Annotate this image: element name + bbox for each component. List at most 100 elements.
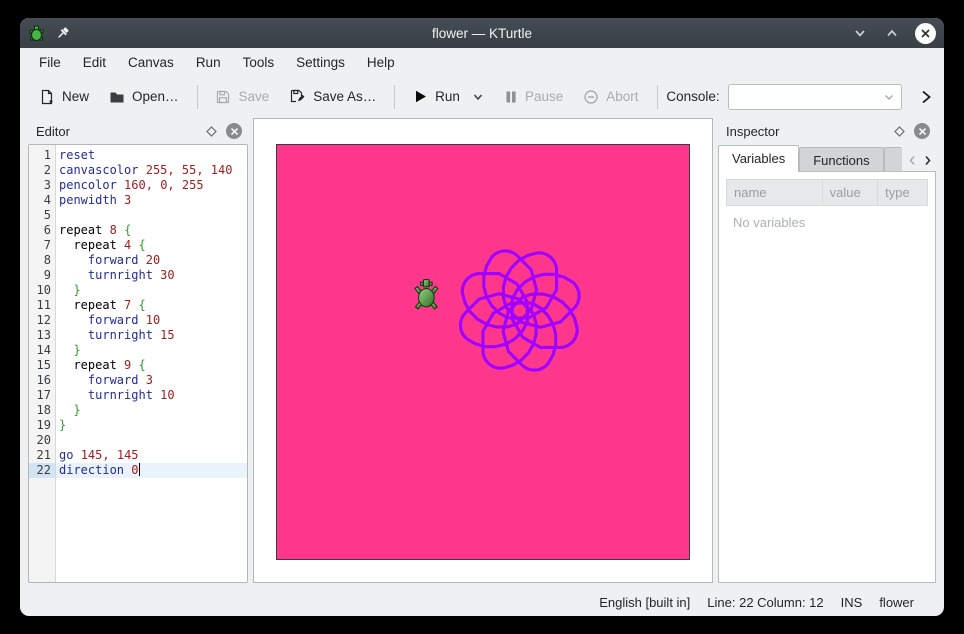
save-button-label: Save: [238, 89, 269, 104]
save-as-button-label: Save As…: [313, 89, 376, 104]
inspector-close-icon[interactable]: [914, 123, 930, 139]
code-line[interactable]: reset: [56, 148, 247, 163]
code-line[interactable]: forward 20: [56, 253, 247, 268]
status-cursor-position: Line: 22 Column: 12: [707, 595, 823, 610]
status-language: English [built in]: [599, 595, 690, 610]
line-number-gutter: 12345678910111213141516171819202122: [29, 145, 56, 582]
toolbar-overflow-button[interactable]: [918, 89, 934, 105]
code-line[interactable]: }: [56, 403, 247, 418]
save-as-icon: [289, 88, 306, 105]
code-line[interactable]: repeat 4 {: [56, 238, 247, 253]
inspector-panel-header[interactable]: Inspector: [718, 118, 936, 144]
code-lines[interactable]: resetcanvascolor 255, 55, 140pencolor 16…: [56, 145, 247, 582]
code-line[interactable]: canvascolor 255, 55, 140: [56, 163, 247, 178]
inspector-tabbar: Variables Functions: [718, 144, 936, 171]
toolbar-separator: [197, 85, 198, 109]
code-line[interactable]: turnright 10: [56, 388, 247, 403]
titlebar[interactable]: flower — KTurtle: [20, 18, 944, 48]
menu-settings[interactable]: Settings: [285, 51, 356, 74]
toolbar-separator: [657, 85, 658, 109]
tab-scroll-left-button[interactable]: [906, 154, 919, 167]
console-chevron-down-icon[interactable]: [883, 91, 895, 103]
text-cursor: [139, 463, 141, 476]
column-type[interactable]: type: [877, 180, 927, 205]
code-line[interactable]: repeat 9 {: [56, 358, 247, 373]
maximize-icon[interactable]: [883, 24, 901, 42]
code-line[interactable]: direction 0: [56, 463, 247, 478]
tab-variables[interactable]: Variables: [718, 145, 799, 172]
pause-icon: [504, 90, 518, 104]
editor-float-icon[interactable]: [206, 126, 217, 137]
line-number: 13: [29, 328, 55, 343]
menu-edit[interactable]: Edit: [72, 51, 117, 74]
pause-button[interactable]: Pause: [495, 84, 572, 109]
menu-file[interactable]: File: [28, 51, 72, 74]
code-line[interactable]: pencolor 160, 0, 255: [56, 178, 247, 193]
column-value[interactable]: value: [822, 180, 878, 205]
line-number: 15: [29, 358, 55, 373]
code-line[interactable]: forward 10: [56, 313, 247, 328]
pin-icon[interactable]: [55, 26, 70, 41]
console-input[interactable]: [728, 84, 902, 110]
code-editor[interactable]: 12345678910111213141516171819202122 rese…: [28, 144, 248, 583]
canvas-panel: [253, 118, 713, 583]
abort-icon: [583, 89, 599, 105]
editor-panel-header[interactable]: Editor: [28, 118, 248, 144]
variables-table: name value type No variables: [718, 171, 936, 583]
run-button[interactable]: Run: [404, 84, 493, 109]
run-button-label: Run: [435, 89, 460, 104]
inspector-float-icon[interactable]: [894, 126, 905, 137]
open-folder-icon: [109, 89, 125, 105]
inspector-panel: Inspector Variables Functions: [718, 118, 936, 583]
kturtle-window: flower — KTurtle FileEditCanvasRunToolsS…: [20, 18, 944, 616]
code-line[interactable]: }: [56, 418, 247, 433]
code-line[interactable]: }: [56, 343, 247, 358]
menu-run[interactable]: Run: [185, 51, 232, 74]
line-number: 8: [29, 253, 55, 268]
abort-button[interactable]: Abort: [574, 84, 647, 110]
line-number: 4: [29, 193, 55, 208]
tab-functions[interactable]: Functions: [799, 147, 883, 171]
code-line[interactable]: repeat 7 {: [56, 298, 247, 313]
line-number: 20: [29, 433, 55, 448]
line-number: 10: [29, 283, 55, 298]
code-line[interactable]: forward 3: [56, 373, 247, 388]
status-script-name: flower: [879, 595, 914, 610]
save-icon: [215, 89, 231, 105]
run-play-icon: [413, 89, 428, 104]
run-speed-chevron-icon[interactable]: [472, 91, 484, 103]
menubar: FileEditCanvasRunToolsSettingsHelp: [20, 48, 944, 77]
main-area: Editor 123456789101112131415161718192021…: [20, 116, 944, 589]
code-line[interactable]: repeat 8 {: [56, 223, 247, 238]
line-number: 2: [29, 163, 55, 178]
menu-help[interactable]: Help: [356, 51, 406, 74]
line-number: 1: [29, 148, 55, 163]
editor-close-icon[interactable]: [226, 123, 242, 139]
column-name[interactable]: name: [727, 185, 822, 200]
line-number: 6: [29, 223, 55, 238]
code-line[interactable]: }: [56, 283, 247, 298]
new-button[interactable]: New: [30, 84, 98, 110]
window-title: flower — KTurtle: [248, 26, 716, 41]
open-button[interactable]: Open…: [100, 84, 188, 110]
tab-scroll-right-button[interactable]: [921, 154, 934, 167]
editor-panel-title: Editor: [36, 124, 197, 139]
menu-canvas[interactable]: Canvas: [117, 51, 185, 74]
minimize-icon[interactable]: [851, 24, 869, 42]
code-line[interactable]: [56, 208, 247, 223]
code-line[interactable]: penwidth 3: [56, 193, 247, 208]
line-number: 21: [29, 448, 55, 463]
code-line[interactable]: go 145, 145: [56, 448, 247, 463]
line-number: 7: [29, 238, 55, 253]
save-button[interactable]: Save: [206, 84, 278, 110]
menu-tools[interactable]: Tools: [232, 51, 286, 74]
tab-clipped[interactable]: [884, 147, 902, 171]
close-icon[interactable]: [915, 23, 936, 44]
code-line[interactable]: [56, 433, 247, 448]
code-line[interactable]: turnright 30: [56, 268, 247, 283]
save-as-button[interactable]: Save As…: [280, 83, 385, 110]
toolbar: New Open… Save: [20, 77, 944, 116]
line-number: 17: [29, 388, 55, 403]
code-line[interactable]: turnright 15: [56, 328, 247, 343]
statusbar: English [built in] Line: 22 Column: 12 I…: [20, 589, 944, 616]
